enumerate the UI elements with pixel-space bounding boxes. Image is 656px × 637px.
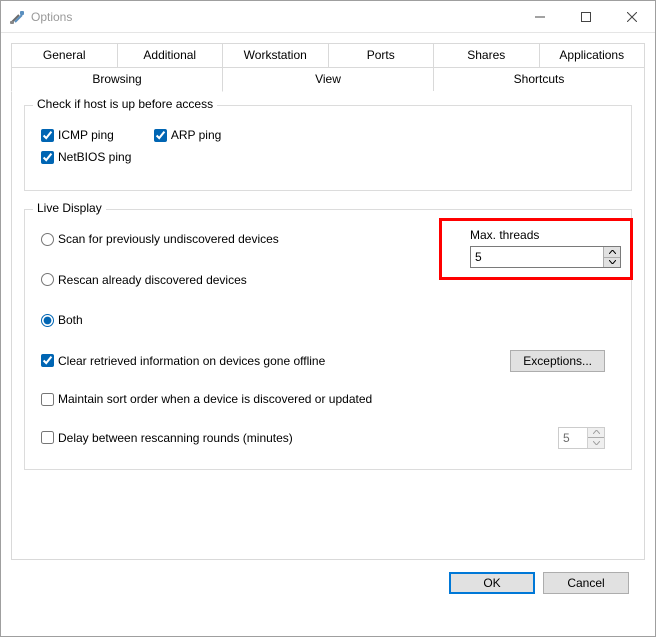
- radio-both-field[interactable]: Both: [41, 313, 83, 327]
- exceptions-button[interactable]: Exceptions...: [510, 350, 605, 372]
- radio-scan[interactable]: [41, 233, 54, 246]
- group-check-host: Check if host is up before access ICMP p…: [24, 105, 632, 191]
- dialog-footer: OK Cancel: [11, 560, 645, 594]
- tab-additional[interactable]: Additional: [117, 43, 224, 67]
- radio-scan-field[interactable]: Scan for previously undiscovered devices: [41, 232, 279, 246]
- arp-ping-checkbox[interactable]: [154, 129, 167, 142]
- group-check-legend: Check if host is up before access: [33, 97, 217, 111]
- maintain-sort-label: Maintain sort order when a device is dis…: [58, 392, 372, 406]
- radio-both-label: Both: [58, 313, 83, 327]
- delay-rescan-checkbox[interactable]: [41, 431, 54, 444]
- max-threads-group: Max. threads: [470, 228, 621, 268]
- radio-both[interactable]: [41, 314, 54, 327]
- delay-rescan-label: Delay between rescanning rounds (minutes…: [58, 431, 293, 445]
- tab-workstation[interactable]: Workstation: [222, 43, 329, 67]
- radio-rescan-field[interactable]: Rescan already discovered devices: [41, 273, 247, 287]
- arp-ping-label: ARP ping: [171, 128, 221, 142]
- radio-scan-label: Scan for previously undiscovered devices: [58, 232, 279, 246]
- delay-rescan-down: [588, 438, 604, 448]
- delay-rescan-field[interactable]: Delay between rescanning rounds (minutes…: [41, 431, 293, 445]
- group-live-legend: Live Display: [33, 201, 106, 215]
- max-threads-down[interactable]: [604, 258, 620, 268]
- app-icon: [9, 9, 25, 25]
- maximize-button[interactable]: [563, 1, 609, 32]
- tab-browsing[interactable]: Browsing: [11, 67, 223, 92]
- tab-general[interactable]: General: [11, 43, 118, 67]
- radio-rescan[interactable]: [41, 273, 54, 286]
- tab-ports[interactable]: Ports: [328, 43, 435, 67]
- netbios-ping-checkbox[interactable]: [41, 151, 54, 164]
- maintain-sort-field[interactable]: Maintain sort order when a device is dis…: [41, 392, 372, 406]
- tab-view[interactable]: View: [222, 67, 434, 91]
- minimize-button[interactable]: [517, 1, 563, 32]
- clear-offline-checkbox[interactable]: [41, 354, 54, 367]
- cancel-button[interactable]: Cancel: [543, 572, 629, 594]
- tab-applications[interactable]: Applications: [539, 43, 646, 67]
- delay-rescan-input: [559, 428, 587, 448]
- titlebar: Options: [1, 1, 655, 33]
- radio-rescan-label: Rescan already discovered devices: [58, 273, 247, 287]
- max-threads-up[interactable]: [604, 247, 620, 258]
- netbios-ping-field[interactable]: NetBIOS ping: [41, 150, 131, 164]
- icmp-ping-field[interactable]: ICMP ping: [41, 128, 114, 142]
- delay-rescan-spinner: [558, 427, 605, 449]
- tab-row-2: Browsing View Shortcuts: [11, 67, 645, 91]
- group-live-display: Live Display Scan for previously undisco…: [24, 209, 632, 470]
- delay-rescan-up: [588, 428, 604, 439]
- tab-content: Check if host is up before access ICMP p…: [11, 90, 645, 560]
- maintain-sort-checkbox[interactable]: [41, 393, 54, 406]
- icmp-ping-checkbox[interactable]: [41, 129, 54, 142]
- window-title: Options: [31, 10, 517, 24]
- tab-shares[interactable]: Shares: [433, 43, 540, 67]
- max-threads-spinner[interactable]: [470, 246, 621, 268]
- close-button[interactable]: [609, 1, 655, 32]
- netbios-ping-label: NetBIOS ping: [58, 150, 131, 164]
- tab-shortcuts[interactable]: Shortcuts: [433, 67, 645, 91]
- icmp-ping-label: ICMP ping: [58, 128, 114, 142]
- max-threads-input[interactable]: [471, 247, 603, 267]
- clear-offline-label: Clear retrieved information on devices g…: [58, 354, 325, 368]
- tab-row-1: General Additional Workstation Ports Sha…: [11, 43, 645, 67]
- clear-offline-field[interactable]: Clear retrieved information on devices g…: [41, 354, 325, 368]
- arp-ping-field[interactable]: ARP ping: [154, 128, 221, 142]
- ok-button[interactable]: OK: [449, 572, 535, 594]
- max-threads-label: Max. threads: [470, 228, 621, 242]
